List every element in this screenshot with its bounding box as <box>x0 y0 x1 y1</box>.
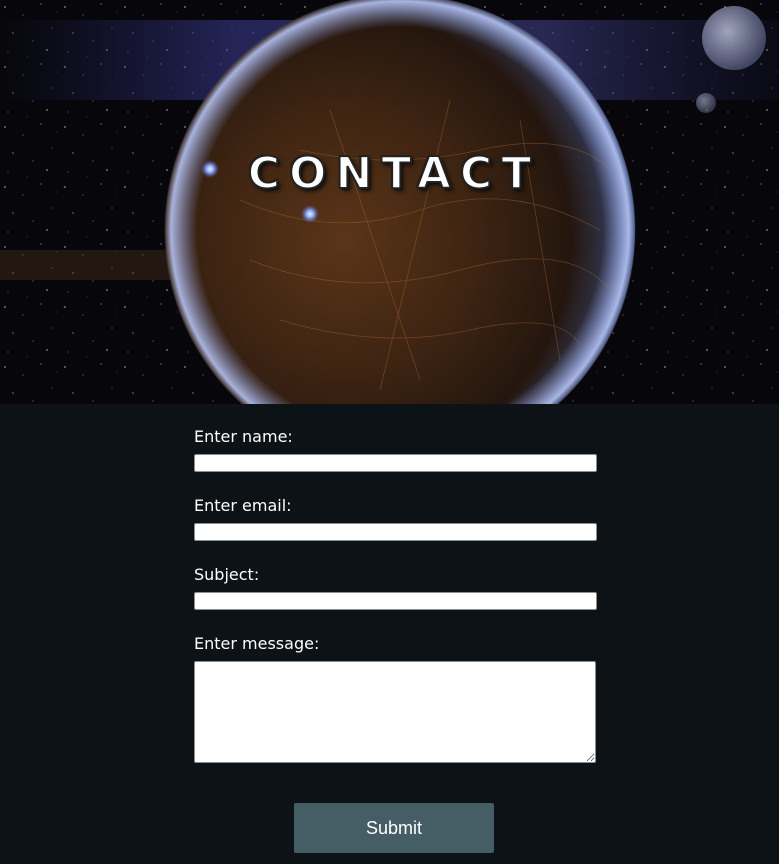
name-input[interactable] <box>194 454 597 472</box>
submit-button[interactable]: Submit <box>294 803 494 853</box>
space-planet-background <box>0 0 779 404</box>
name-label: Enter name: <box>194 427 293 446</box>
email-label: Enter email: <box>194 496 292 515</box>
subject-input[interactable] <box>194 592 597 610</box>
message-textarea[interactable] <box>194 661 596 763</box>
message-label: Enter message: <box>194 634 320 653</box>
email-input[interactable] <box>194 523 597 541</box>
subject-label: Subject: <box>194 565 260 584</box>
page-title: CONTACT <box>247 147 541 200</box>
hero-banner: CONTACT <box>0 0 779 404</box>
